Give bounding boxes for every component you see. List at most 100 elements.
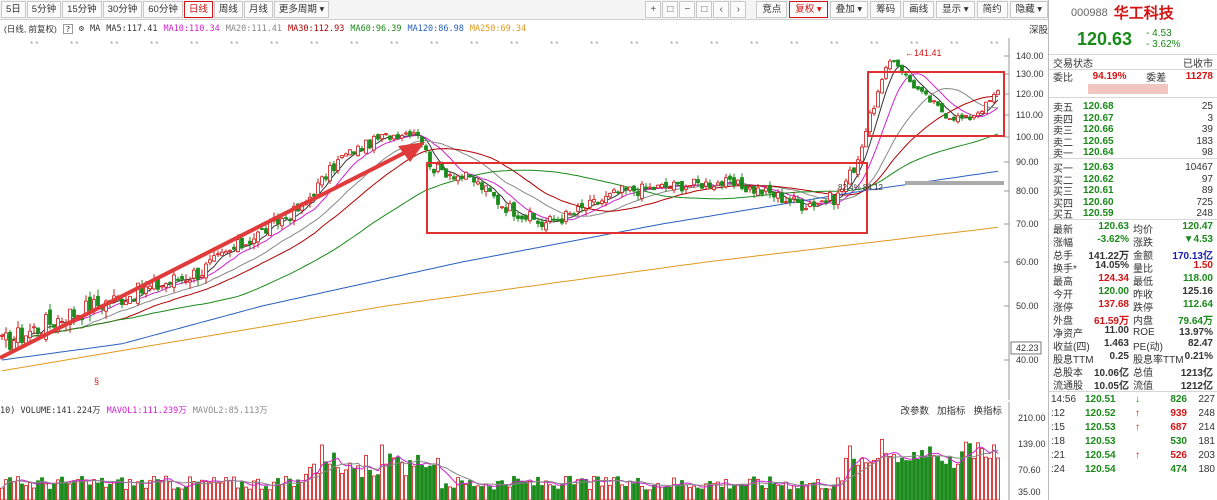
- candle-body: [888, 60, 892, 70]
- asks-level[interactable]: 卖三 120.66 39: [1049, 122, 1217, 137]
- bids-level[interactable]: 买一 120.63 10467: [1049, 160, 1217, 175]
- volume-tick-label: 35.00: [1018, 487, 1041, 497]
- volume-bar: [820, 488, 824, 500]
- candle-body: [432, 168, 436, 174]
- asks-level[interactable]: 卖一 120.64 98: [1049, 145, 1217, 161]
- event-marker-icon[interactable]: * *: [190, 40, 198, 49]
- price-chart[interactable]: 140.00 130.00 120.00 110.00 100.00 90.00 80.00…: [0, 38, 1048, 400]
- event-marker-icon[interactable]: * *: [230, 40, 238, 49]
- stat-row: 涨停 137.68 跌停 112.64: [1049, 299, 1217, 314]
- candle-body: [808, 203, 812, 207]
- event-s-marker[interactable]: §: [94, 376, 99, 386]
- event-marker-icon[interactable]: * *: [110, 40, 118, 49]
- period-tab[interactable]: 60分钟: [143, 1, 183, 18]
- candle-body: [544, 222, 548, 231]
- candle-body: [924, 90, 928, 95]
- bids-level[interactable]: 买四 120.60 725: [1049, 195, 1217, 210]
- tool-button[interactable]: 画线: [903, 1, 935, 18]
- adjust-button[interactable]: 复权 ▾: [789, 1, 828, 18]
- volume-bar: [52, 483, 56, 500]
- period-tab[interactable]: 5分钟: [26, 1, 62, 18]
- zoom-control-icon[interactable]: ‹: [713, 1, 730, 18]
- volume-bar: [132, 485, 136, 500]
- level-volume: 39: [1201, 124, 1213, 136]
- price-tick-label: 50.00: [1016, 301, 1039, 311]
- candle-body: [792, 196, 796, 200]
- event-marker-icon[interactable]: * *: [310, 40, 318, 49]
- candle-body: [684, 186, 688, 190]
- volume-bar: [900, 457, 904, 500]
- event-marker-icon[interactable]: * *: [150, 40, 158, 49]
- event-marker-icon[interactable]: * *: [830, 40, 838, 49]
- stat-label: 内盘: [1133, 315, 1153, 327]
- tool-button[interactable]: 叠加 ▾: [829, 1, 869, 18]
- level-price: 120.60: [1083, 196, 1114, 208]
- bids-level[interactable]: 买五 120.59 248: [1049, 206, 1217, 221]
- candle-body: [200, 275, 204, 278]
- tick-price: 120.54: [1085, 450, 1116, 462]
- help-icon[interactable]: ?: [62, 24, 73, 34]
- period-tab[interactable]: 月线: [243, 1, 273, 18]
- bids-level[interactable]: 买二 120.62 97: [1049, 172, 1217, 187]
- candle-body: [576, 206, 580, 212]
- event-marker-icon[interactable]: * *: [710, 40, 718, 49]
- event-marker-icon[interactable]: * *: [510, 40, 518, 49]
- tool-button[interactable]: 简约: [976, 1, 1008, 18]
- volume-bar: [888, 455, 892, 500]
- settings-icon[interactable]: ⚙: [79, 24, 84, 34]
- volume-bar: [184, 486, 188, 500]
- period-tab[interactable]: 日线: [183, 1, 213, 18]
- period-tab[interactable]: 30分钟: [102, 1, 143, 18]
- period-tab[interactable]: 15分钟: [62, 1, 102, 18]
- zoom-control-icon[interactable]: ›: [730, 1, 747, 18]
- zoom-control-icon[interactable]: +: [645, 1, 662, 18]
- period-tab[interactable]: 5日: [1, 1, 26, 18]
- asks-level[interactable]: 卖五 120.68 25: [1049, 99, 1217, 114]
- event-marker-icon[interactable]: * *: [390, 40, 398, 49]
- stat-cell: 流通股 10.05亿: [1053, 377, 1133, 392]
- event-marker-icon[interactable]: * *: [750, 40, 758, 49]
- volume-bar: [404, 475, 408, 500]
- event-marker-icon[interactable]: * *: [590, 40, 598, 49]
- event-marker-icon[interactable]: * *: [470, 40, 478, 49]
- candle-body: [848, 169, 852, 185]
- tick-volume: 939: [1170, 408, 1187, 420]
- zoom-control-icon[interactable]: □: [696, 1, 713, 18]
- asks-level[interactable]: 卖二 120.65 183: [1049, 134, 1217, 149]
- event-marker-icon[interactable]: * *: [790, 40, 798, 49]
- volume-chart[interactable]: 210.00 139.00 70.60 35.00: [0, 402, 1048, 500]
- event-marker-icon[interactable]: * *: [30, 40, 38, 49]
- volume-bar: [652, 485, 656, 500]
- zoom-control-icon[interactable]: −: [679, 1, 696, 18]
- volume-bar: [424, 467, 428, 500]
- candle-body: [688, 185, 692, 188]
- level-label: 卖一: [1053, 149, 1073, 161]
- event-marker-icon[interactable]: * *: [990, 40, 998, 49]
- event-marker-icon[interactable]: * *: [630, 40, 638, 49]
- tick-list[interactable]: 14:56 120.51 ↓ 826 227:12 120.52 ↑ 939 248:15 120…: [1049, 393, 1217, 477]
- event-marker-icon[interactable]: * *: [550, 40, 558, 49]
- event-marker-icon[interactable]: * *: [870, 40, 878, 49]
- price-tick-label: 100.00: [1016, 132, 1044, 142]
- tool-button[interactable]: 隐藏 ▾: [1009, 1, 1048, 18]
- tool-button[interactable]: 显示 ▾: [936, 1, 975, 18]
- stat-label: ROE: [1133, 326, 1155, 338]
- period-tab[interactable]: 周线: [213, 1, 243, 18]
- volume-bar: [684, 484, 688, 500]
- asks-level[interactable]: 卖四 120.67 3: [1049, 111, 1217, 126]
- zoom-control-icon[interactable]: □: [662, 1, 679, 18]
- event-marker-icon[interactable]: * *: [950, 40, 958, 49]
- bids-level[interactable]: 买三 120.61 89: [1049, 183, 1217, 198]
- event-marker-icon[interactable]: * *: [670, 40, 678, 49]
- volume-bar: [544, 480, 548, 500]
- event-marker-icon[interactable]: * *: [430, 40, 438, 49]
- ma-value: MA20:111.41: [225, 24, 283, 34]
- bid-point-button[interactable]: 竞点: [756, 1, 788, 18]
- period-tab[interactable]: 更多周期 ▾: [273, 1, 330, 18]
- event-marker-icon[interactable]: * *: [350, 40, 358, 49]
- tool-button[interactable]: 筹码: [870, 1, 902, 18]
- candle-body: [176, 278, 180, 281]
- tick-count: 181: [1198, 436, 1215, 448]
- event-marker-icon[interactable]: * *: [70, 40, 78, 49]
- event-marker-icon[interactable]: * *: [270, 40, 278, 49]
